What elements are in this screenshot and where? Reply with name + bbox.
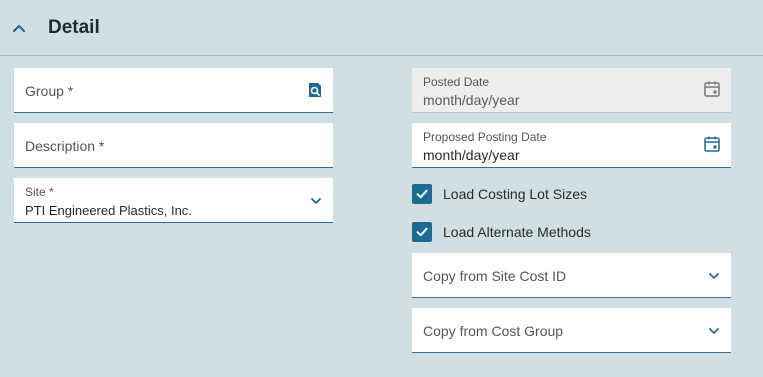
proposed-posting-date-value: month/day/year bbox=[423, 147, 520, 163]
copy-from-cost-group-select[interactable]: Copy from Cost Group bbox=[412, 308, 731, 353]
copy-from-cost-group-placeholder: Copy from Cost Group bbox=[423, 323, 564, 339]
posted-date-field: Posted Date month/day/year bbox=[412, 68, 731, 113]
load-costing-lot-sizes-checkbox[interactable] bbox=[412, 184, 432, 204]
description-field[interactable]: Description * bbox=[14, 123, 333, 168]
proposed-posting-date-label: Proposed Posting Date bbox=[423, 130, 547, 144]
copy-from-site-cost-id-placeholder: Copy from Site Cost ID bbox=[423, 268, 567, 284]
load-alternate-methods-checkbox[interactable] bbox=[412, 222, 432, 242]
checkmark-icon bbox=[416, 227, 428, 237]
load-costing-lot-sizes-row[interactable]: Load Costing Lot Sizes bbox=[412, 183, 587, 205]
load-costing-lot-sizes-label: Load Costing Lot Sizes bbox=[443, 186, 587, 202]
description-placeholder: Description * bbox=[25, 138, 105, 154]
chevron-down-icon[interactable] bbox=[707, 269, 721, 288]
load-alternate-methods-label: Load Alternate Methods bbox=[443, 224, 591, 240]
posted-date-label: Posted Date bbox=[423, 75, 490, 89]
detail-section-header: Detail bbox=[0, 0, 763, 56]
site-select[interactable]: Site * PTI Engineered Plastics, Inc. bbox=[14, 178, 333, 223]
copy-from-site-cost-id-select[interactable]: Copy from Site Cost ID bbox=[412, 253, 731, 298]
group-field[interactable]: Group * bbox=[14, 68, 333, 113]
group-placeholder: Group * bbox=[25, 83, 74, 99]
calendar-icon bbox=[703, 80, 721, 103]
chevron-up-icon[interactable] bbox=[11, 20, 27, 36]
checkmark-icon bbox=[416, 189, 428, 199]
site-value: PTI Engineered Plastics, Inc. bbox=[25, 203, 192, 218]
section-title: Detail bbox=[48, 17, 100, 38]
posted-date-value: month/day/year bbox=[423, 92, 520, 108]
chevron-down-icon[interactable] bbox=[309, 194, 323, 213]
proposed-posting-date-field[interactable]: Proposed Posting Date month/day/year bbox=[412, 123, 731, 168]
search-icon[interactable] bbox=[307, 82, 323, 103]
site-label: Site * bbox=[25, 185, 54, 199]
chevron-down-icon[interactable] bbox=[707, 324, 721, 343]
calendar-icon[interactable] bbox=[703, 135, 721, 158]
load-alternate-methods-row[interactable]: Load Alternate Methods bbox=[412, 221, 591, 243]
